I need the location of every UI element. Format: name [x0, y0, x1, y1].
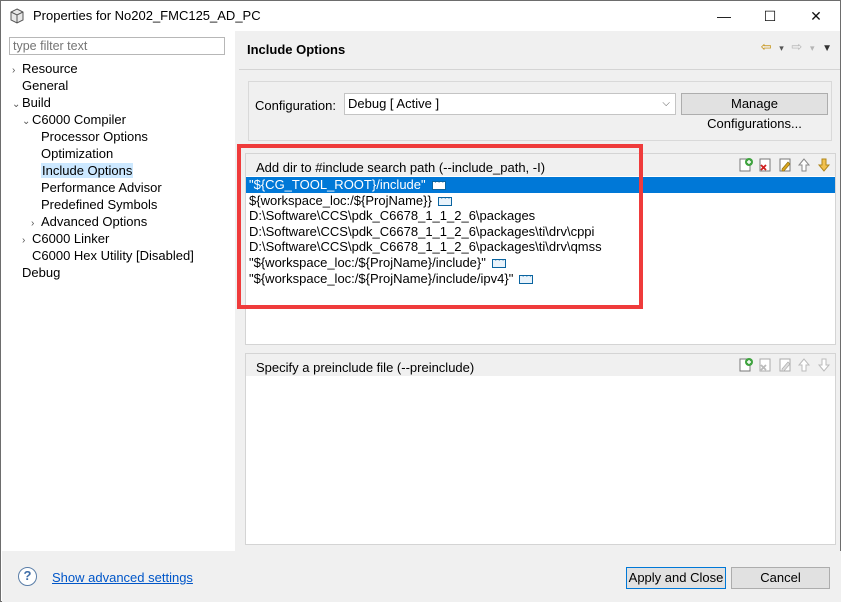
window-title: Properties for No202_FMC125_AD_PC: [33, 8, 261, 23]
forward-arrow-icon[interactable]: ⇨: [791, 39, 802, 55]
maximize-button[interactable]: ☐: [747, 1, 793, 31]
chevron-down-icon: ⌵: [662, 98, 670, 109]
preinclude-label: Specify a preinclude file (--preinclude): [256, 360, 475, 375]
view-menu-icon[interactable]: ▼: [822, 43, 832, 54]
add-icon[interactable]: [739, 357, 753, 372]
tree-item-build[interactable]: ⌄ Build: [12, 94, 51, 111]
cancel-button[interactable]: Cancel: [731, 567, 830, 589]
help-icon[interactable]: ?: [18, 567, 37, 586]
include-path-toolbar: [737, 157, 832, 173]
properties-dialog: Properties for No202_FMC125_AD_PC — ☐ ✕ …: [0, 0, 841, 602]
tree-item-include-options[interactable]: Include Options: [31, 162, 134, 179]
preinclude-toolbar: [737, 357, 832, 373]
tree-item-c6000-compiler[interactable]: ⌄ C6000 Compiler: [22, 111, 126, 128]
page-navigation: ⇦ ▾ ⇨ ▾ ▼: [757, 39, 832, 55]
tree-item-general[interactable]: General: [12, 77, 68, 94]
delete-icon[interactable]: [758, 157, 772, 172]
configuration-select[interactable]: Debug [ Active ] ⌵: [344, 93, 676, 115]
add-icon[interactable]: [739, 157, 753, 172]
tree-item-resource[interactable]: › Resource: [12, 60, 78, 77]
tree-item-optimization[interactable]: Optimization: [31, 145, 113, 162]
filter-input[interactable]: [9, 37, 225, 55]
manage-configurations-button[interactable]: Manage Configurations...: [681, 93, 828, 131]
configuration-label: Configuration:: [255, 98, 336, 113]
edit-icon[interactable]: [778, 357, 792, 372]
annotation-highlight-box: [237, 144, 643, 309]
move-down-icon[interactable]: [817, 357, 831, 372]
tree-item-processor-options[interactable]: Processor Options: [31, 128, 148, 145]
preinclude-panel: Specify a preinclude file (--preinclude): [245, 353, 836, 545]
show-advanced-settings-link[interactable]: Show advanced settings: [52, 570, 193, 585]
move-up-icon[interactable]: [797, 157, 811, 172]
configuration-value: Debug [ Active ]: [348, 96, 440, 111]
preinclude-header: Specify a preinclude file (--preinclude): [246, 354, 835, 376]
title-separator: [239, 69, 840, 70]
back-arrow-icon[interactable]: ⇦: [761, 39, 772, 55]
tree-item-advanced-options[interactable]: › Advanced Options: [31, 213, 147, 230]
move-up-icon[interactable]: [797, 357, 811, 372]
close-button[interactable]: ✕: [793, 1, 839, 31]
minimize-button[interactable]: —: [701, 1, 747, 31]
page-title: Include Options: [247, 42, 346, 57]
tree-item-c6000-linker[interactable]: › C6000 Linker: [22, 230, 109, 247]
forward-dropdown-icon[interactable]: ▾: [810, 43, 815, 54]
app-icon: [9, 8, 25, 24]
move-down-icon[interactable]: [817, 157, 831, 172]
apply-and-close-button[interactable]: Apply and Close: [626, 567, 726, 589]
back-dropdown-icon[interactable]: ▾: [779, 43, 784, 54]
dialog-button-bar: ? Show advanced settings Apply and Close…: [2, 551, 841, 602]
tree-item-c6000-hex-utility[interactable]: C6000 Hex Utility [Disabled]: [22, 247, 194, 264]
edit-icon[interactable]: [778, 157, 792, 172]
delete-icon[interactable]: [758, 357, 772, 372]
tree-item-predefined-symbols[interactable]: Predefined Symbols: [31, 196, 157, 213]
navigation-pane: ›Resource General ⌄Build ⌄C6000 Compiler…: [2, 31, 235, 551]
tree-item-debug[interactable]: Debug: [12, 264, 60, 281]
tree-item-performance-advisor[interactable]: Performance Advisor: [31, 179, 162, 196]
chevron-down-icon[interactable]: ⌄: [12, 96, 22, 113]
title-bar: Properties for No202_FMC125_AD_PC — ☐ ✕: [1, 1, 840, 31]
